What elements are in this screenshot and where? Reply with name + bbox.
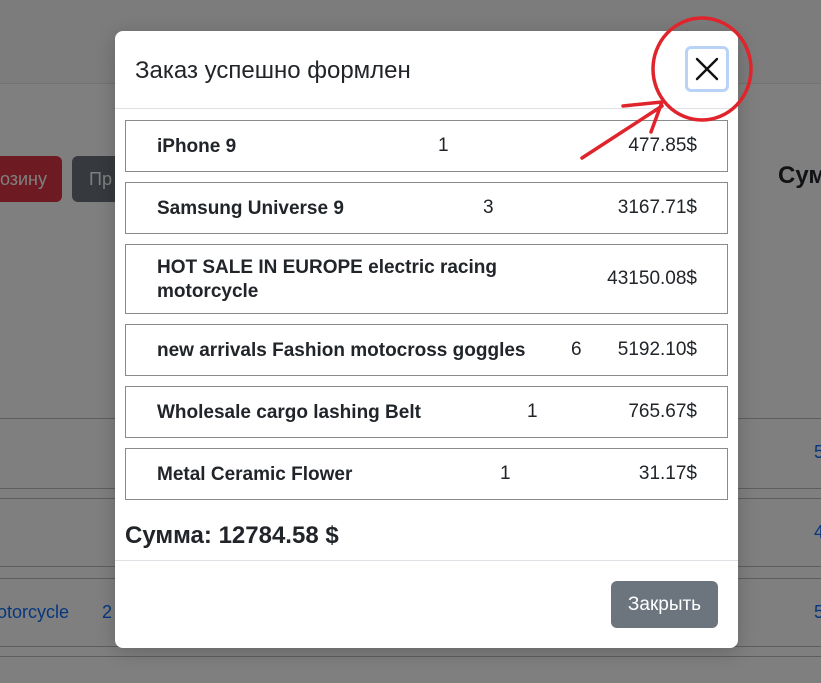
list-item: Wholesale cargo lashing Belt 1 765.67$	[125, 386, 728, 438]
item-quantity: 6	[571, 339, 582, 360]
item-price: 31.17$	[638, 463, 697, 484]
list-item: HOT SALE IN EUROPE electric racing motor…	[125, 244, 728, 314]
item-name: Samsung Universe 9	[157, 198, 344, 219]
order-total: Сумма: 12784.58 $	[125, 522, 339, 549]
item-quantity: 1	[438, 135, 449, 156]
item-price: 3167.71$	[617, 197, 697, 218]
order-success-modal: Заказ успешно формлен iPhone 9 1 477.85$…	[115, 31, 738, 648]
item-quantity: 1	[527, 401, 538, 422]
item-quantity: 1	[500, 463, 511, 484]
list-item: iPhone 9 1 477.85$	[125, 120, 728, 172]
item-price: 43150.08$	[607, 268, 697, 289]
close-icon	[695, 57, 719, 81]
item-name: iPhone 9	[157, 136, 237, 157]
list-item: Samsung Universe 9 3 3167.71$	[125, 182, 728, 234]
item-price: 5192.10$	[617, 339, 697, 360]
modal-header: Заказ успешно формлен	[115, 31, 738, 109]
item-name: Metal Ceramic Flower	[157, 464, 353, 485]
item-quantity: 3	[483, 197, 494, 218]
close-modal-button[interactable]: Закрыть	[611, 581, 718, 628]
modal-footer: Закрыть	[115, 560, 738, 648]
item-price: 765.67$	[628, 401, 697, 422]
list-item: Metal Ceramic Flower 1 31.17$	[125, 448, 728, 500]
item-name: new arrivals Fashion motocross goggles	[157, 340, 526, 361]
item-name: HOT SALE IN EUROPE electric racing motor…	[157, 257, 497, 302]
list-item: new arrivals Fashion motocross goggles 6…	[125, 324, 728, 376]
modal-title: Заказ успешно формлен	[135, 57, 411, 84]
item-price: 477.85$	[628, 135, 697, 156]
item-name: Wholesale cargo lashing Belt	[157, 402, 421, 423]
close-button[interactable]	[685, 46, 729, 92]
